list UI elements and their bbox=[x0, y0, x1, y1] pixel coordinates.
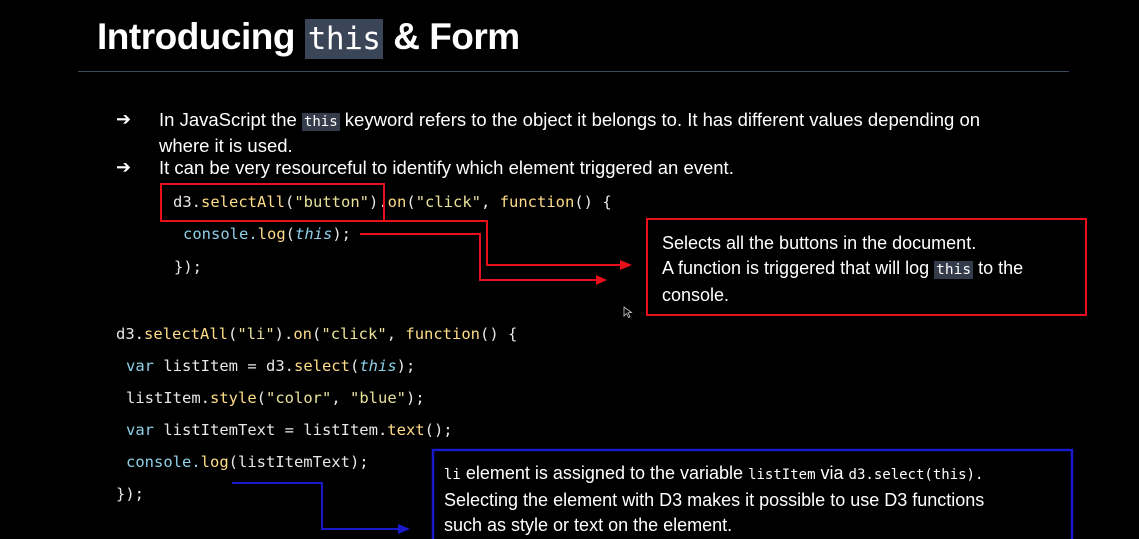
highlight-box-red bbox=[160, 183, 385, 222]
note-1-border bbox=[646, 218, 1087, 316]
slide: Introducing this & Form ➔ In JavaScript … bbox=[0, 0, 1139, 539]
red-connector-2 bbox=[360, 233, 598, 281]
blue-connector bbox=[232, 482, 399, 530]
note-2-border bbox=[431, 448, 1074, 539]
mouse-cursor-icon bbox=[623, 306, 633, 319]
arrowhead-blue-icon bbox=[398, 524, 410, 534]
arrowhead-red-2-icon bbox=[596, 275, 607, 285]
arrowhead-red-1-icon bbox=[620, 260, 632, 270]
red-connector-1 bbox=[384, 220, 622, 266]
annotation-overlay bbox=[160, 183, 1087, 539]
